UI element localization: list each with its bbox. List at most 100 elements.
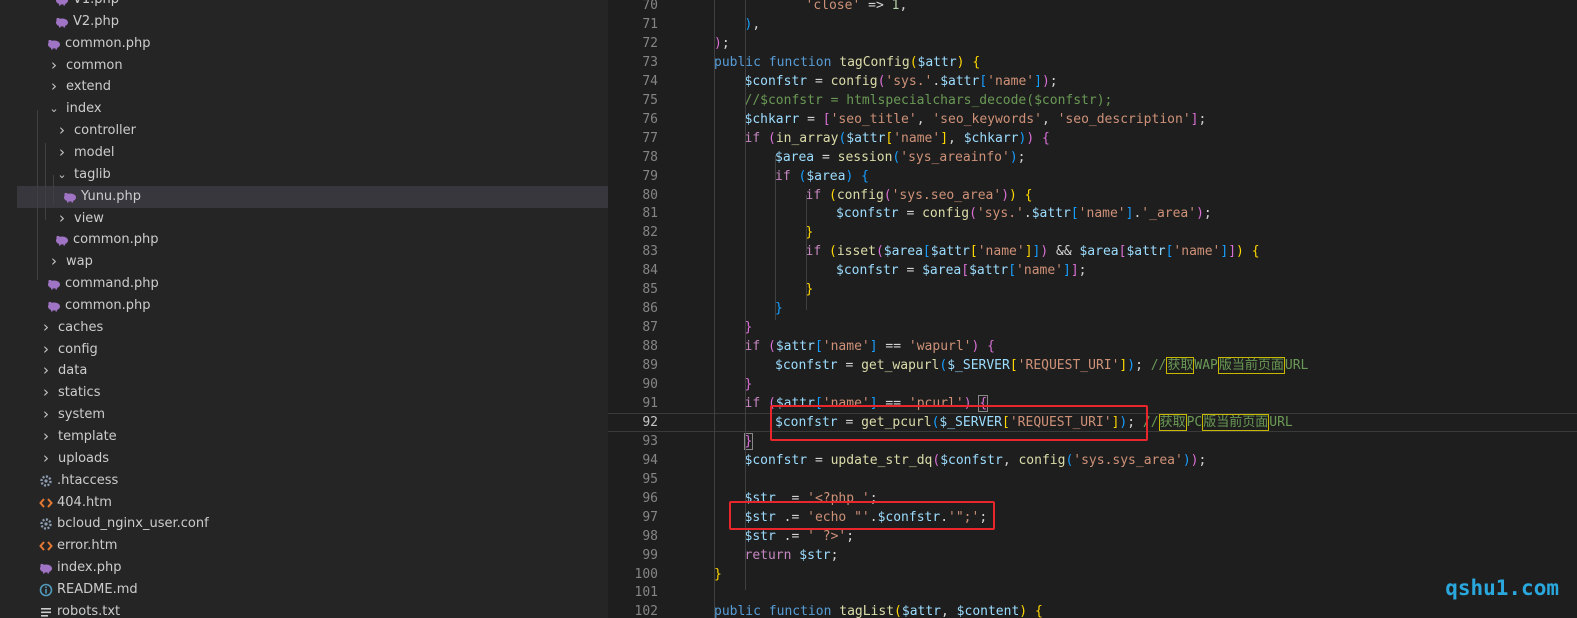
chevron-right-icon[interactable]: ›	[41, 448, 51, 470]
code-line[interactable]: 76 $chkarr = ['seo_title', 'seo_keywords'…	[608, 110, 1577, 129]
code-line[interactable]: 86}	[608, 299, 1577, 318]
file-item[interactable]: command.php	[17, 273, 608, 295]
file-item[interactable]: bcloud_nginx_user.conf	[17, 513, 608, 535]
html-file-icon	[39, 496, 53, 510]
code-line[interactable]: 75 //$confstr = htmlspecialchars_decode($…	[608, 91, 1577, 110]
code-text: public function tagList($attr, $content)…	[714, 604, 1043, 618]
folder-item[interactable]: › template	[17, 426, 608, 448]
file-label: README.md	[57, 581, 138, 597]
code-line[interactable]: 83 if (isset($area[$attr['name']]) && $ar…	[608, 242, 1577, 261]
chevron-right-icon[interactable]: ›	[41, 360, 51, 382]
code-line[interactable]: 70 'close' => 1,	[608, 0, 1577, 15]
folder-item[interactable]: › view	[17, 208, 608, 230]
code-line[interactable]: 80 if (config('sys.seo_area')) {	[608, 186, 1577, 205]
folder-label: controller	[74, 123, 137, 139]
chevron-right-icon[interactable]: ›	[57, 208, 67, 230]
code-line[interactable]: 81 $confstr = config('sys.'.$attr['name']…	[608, 204, 1577, 223]
folder-item[interactable]: › statics	[17, 382, 608, 404]
code-line[interactable]: 85}	[608, 280, 1577, 299]
chevron-down-icon[interactable]: ⌄	[57, 164, 67, 186]
code-text: }	[805, 225, 814, 241]
folder-item[interactable]: › wap	[17, 251, 608, 273]
code-line[interactable]: 71),	[608, 15, 1577, 34]
file-item[interactable]: Yunu.php	[17, 185, 608, 208]
code-line[interactable]: 101	[608, 583, 1577, 602]
code-line[interactable]: 87}	[608, 318, 1577, 337]
folder-item[interactable]: › model	[17, 142, 608, 164]
file-item[interactable]: error.htm	[17, 535, 608, 557]
line-number: 96	[642, 490, 658, 506]
file-item[interactable]: 404.htm	[17, 492, 608, 514]
file-item[interactable]: common.php	[17, 229, 608, 251]
chevron-right-icon[interactable]: ›	[57, 120, 67, 142]
highlight-box-line-92	[770, 405, 1148, 441]
chevron-right-icon[interactable]: ›	[57, 142, 67, 164]
php-file-icon	[55, 233, 69, 247]
code-line[interactable]: 78 $area = session('sys_areainfo');	[608, 148, 1577, 167]
php-file-icon	[55, 0, 69, 7]
chevron-right-icon[interactable]: ›	[49, 251, 59, 273]
chevron-right-icon[interactable]: ›	[41, 339, 51, 361]
folder-item[interactable]: › config	[17, 339, 608, 361]
code-text: $area = session('sys_areainfo');	[775, 149, 1026, 165]
code-text: }	[744, 320, 753, 336]
code-line[interactable]: 90}	[608, 375, 1577, 394]
chevron-right-icon[interactable]: ›	[41, 382, 51, 404]
chevron-right-icon[interactable]: ›	[41, 317, 51, 339]
code-line[interactable]: 74 $confstr = config('sys.'.$attr['name']…	[608, 72, 1577, 91]
folder-item[interactable]: › extend	[17, 76, 608, 98]
code-line[interactable]: 77 if (in_array($attr['name'], $chkarr)) …	[608, 129, 1577, 148]
file-label: error.htm	[57, 538, 118, 554]
folder-item[interactable]: › uploads	[17, 448, 608, 470]
folder-item[interactable]: ⌄ index	[17, 98, 608, 120]
folder-item[interactable]: › system	[17, 404, 608, 426]
code-line[interactable]: 84 $confstr = $area[$attr['name']];	[608, 261, 1577, 280]
code-text: if (in_array($attr['name'], $chkarr)) {	[744, 130, 1050, 146]
file-label: common.php	[65, 297, 151, 313]
code-line[interactable]: 79 if ($area) {	[608, 167, 1577, 186]
code-text: $confstr = update_str_dq($confstr, confi…	[744, 452, 1207, 468]
code-line[interactable]: 88 if ($attr['name'] == 'wapurl') {	[608, 337, 1577, 356]
folder-item[interactable]: › data	[17, 360, 608, 382]
code-line[interactable]: 72);	[608, 34, 1577, 53]
file-item[interactable]: .htaccess	[17, 470, 608, 492]
folder-item[interactable]: › common	[17, 55, 608, 77]
code-line[interactable]: 94 $confstr = update_str_dq($confstr, con…	[608, 451, 1577, 470]
line-number: 102	[634, 604, 658, 618]
highlight-box-line-97	[729, 501, 995, 530]
code-text: ),	[744, 16, 761, 32]
code-line[interactable]: 82}	[608, 223, 1577, 242]
file-label: V1.php	[73, 0, 119, 11]
line-number: 84	[642, 263, 658, 279]
code-line[interactable]: 102 public function tagList($attr, $conte…	[608, 602, 1577, 618]
chevron-down-icon[interactable]: ⌄	[49, 98, 59, 120]
file-label: bcloud_nginx_user.conf	[57, 516, 209, 532]
code-line[interactable]: 73 public function tagConfig($attr) {	[608, 53, 1577, 72]
chevron-right-icon[interactable]: ›	[49, 55, 59, 77]
chevron-right-icon[interactable]: ›	[49, 76, 59, 98]
chevron-right-icon[interactable]: ›	[41, 426, 51, 448]
code-line[interactable]: 99 return $str;	[608, 546, 1577, 565]
code-line[interactable]: 95	[608, 470, 1577, 489]
folder-label: caches	[58, 319, 104, 335]
file-item[interactable]: common.php	[17, 295, 608, 317]
line-number: 95	[642, 471, 658, 487]
file-item[interactable]: README.md	[17, 579, 608, 601]
code-line[interactable]: 89 $confstr = get_wapurl($_SERVER['REQUES…	[608, 356, 1577, 375]
folder-item[interactable]: › caches	[17, 317, 608, 339]
code-editor[interactable]: 70'close' => 1, 71), 72); 73 public function…	[608, 0, 1577, 618]
folder-label: config	[58, 341, 98, 357]
folder-item[interactable]: ⌄ taglib	[17, 164, 608, 186]
folder-item[interactable]: › controller	[17, 120, 608, 142]
file-item[interactable]: index.php	[17, 557, 608, 579]
file-item[interactable]: V2.php	[17, 11, 608, 33]
file-item[interactable]: robots.txt	[17, 601, 608, 618]
file-item[interactable]: V1.php	[17, 0, 608, 11]
chevron-right-icon[interactable]: ›	[41, 404, 51, 426]
folder-label: taglib	[74, 166, 111, 182]
file-item[interactable]: common.php	[17, 33, 608, 55]
line-number: 92	[642, 414, 658, 430]
code-line[interactable]: 100}	[608, 565, 1577, 584]
line-number: 80	[642, 187, 658, 203]
folder-label: extend	[66, 79, 112, 95]
